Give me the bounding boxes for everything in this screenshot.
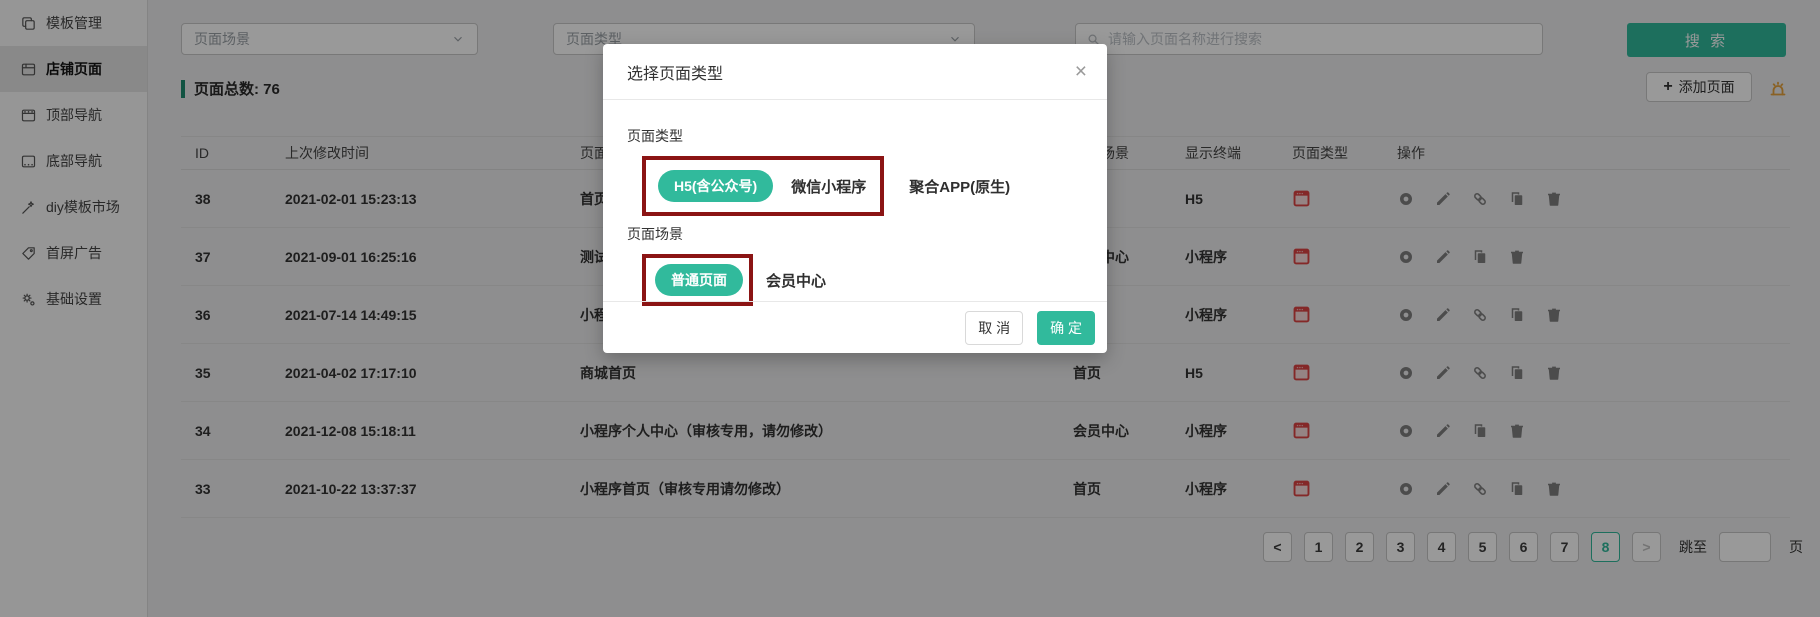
page-type-label: 页面类型 bbox=[627, 126, 1083, 146]
modal-header: 选择页面类型 × bbox=[603, 44, 1107, 100]
annotation-box-page-type: H5(含公众号) 微信小程序 bbox=[642, 156, 884, 216]
option-hybrid-app[interactable]: 聚合APP(原生) bbox=[909, 176, 1010, 197]
option-normal-page-selected[interactable]: 普通页面 bbox=[655, 264, 743, 296]
option-h5-selected[interactable]: H5(含公众号) bbox=[658, 170, 773, 202]
confirm-button[interactable]: 确 定 bbox=[1037, 311, 1095, 345]
option-member-center[interactable]: 会员中心 bbox=[766, 270, 826, 291]
select-page-type-modal: 选择页面类型 × 页面类型 H5(含公众号) 微信小程序 聚合APP(原生) 页… bbox=[603, 44, 1107, 353]
close-icon[interactable]: × bbox=[1075, 61, 1087, 82]
modal-body: 页面类型 H5(含公众号) 微信小程序 聚合APP(原生) 页面场景 普通页面 … bbox=[603, 100, 1107, 306]
page-scene-label: 页面场景 bbox=[627, 224, 1083, 244]
annotation-box-page-scene: 普通页面 bbox=[642, 254, 753, 306]
modal-title: 选择页面类型 bbox=[627, 60, 723, 84]
cancel-button[interactable]: 取 消 bbox=[965, 311, 1023, 345]
option-wechat-miniprogram[interactable]: 微信小程序 bbox=[791, 176, 866, 197]
modal-footer: 取 消 确 定 bbox=[603, 301, 1107, 353]
